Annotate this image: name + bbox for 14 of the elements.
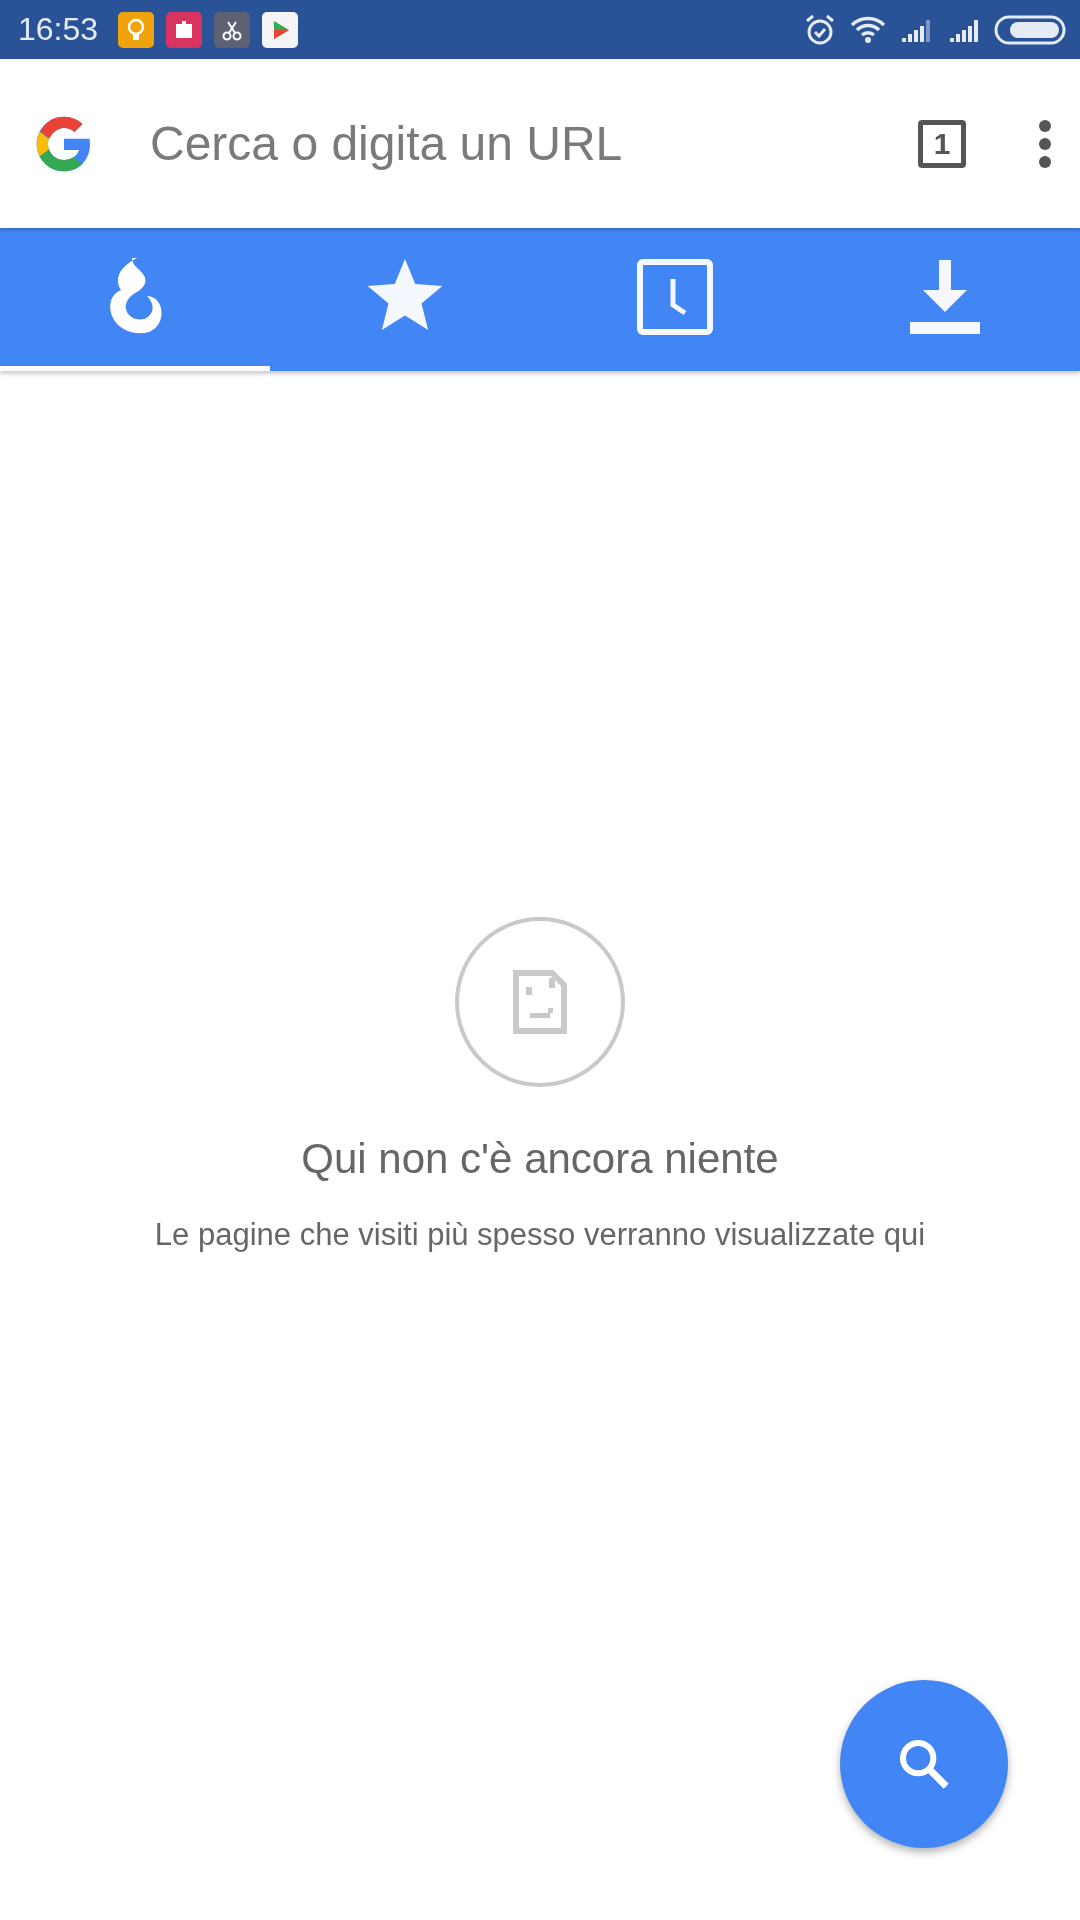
sad-page-icon	[513, 970, 567, 1034]
clock-icon	[637, 259, 713, 335]
scissors-icon	[214, 11, 251, 48]
play-store-icon	[262, 11, 299, 48]
tab-switcher-button[interactable]: 1	[918, 119, 966, 168]
flame-icon	[107, 258, 163, 336]
url-field[interactable]: Cerca o digita un URL	[148, 115, 918, 172]
empty-message: Le pagine che visiti più spesso verranno visualizzate qui	[154, 1217, 926, 1253]
empty-title: Qui non c'è ancora niente	[301, 1135, 779, 1183]
lightbulb-icon	[118, 11, 155, 48]
status-time: 16:53	[18, 11, 99, 48]
download-icon	[910, 260, 980, 334]
menu-icon[interactable]	[1038, 118, 1052, 169]
battery-icon	[994, 14, 1066, 45]
